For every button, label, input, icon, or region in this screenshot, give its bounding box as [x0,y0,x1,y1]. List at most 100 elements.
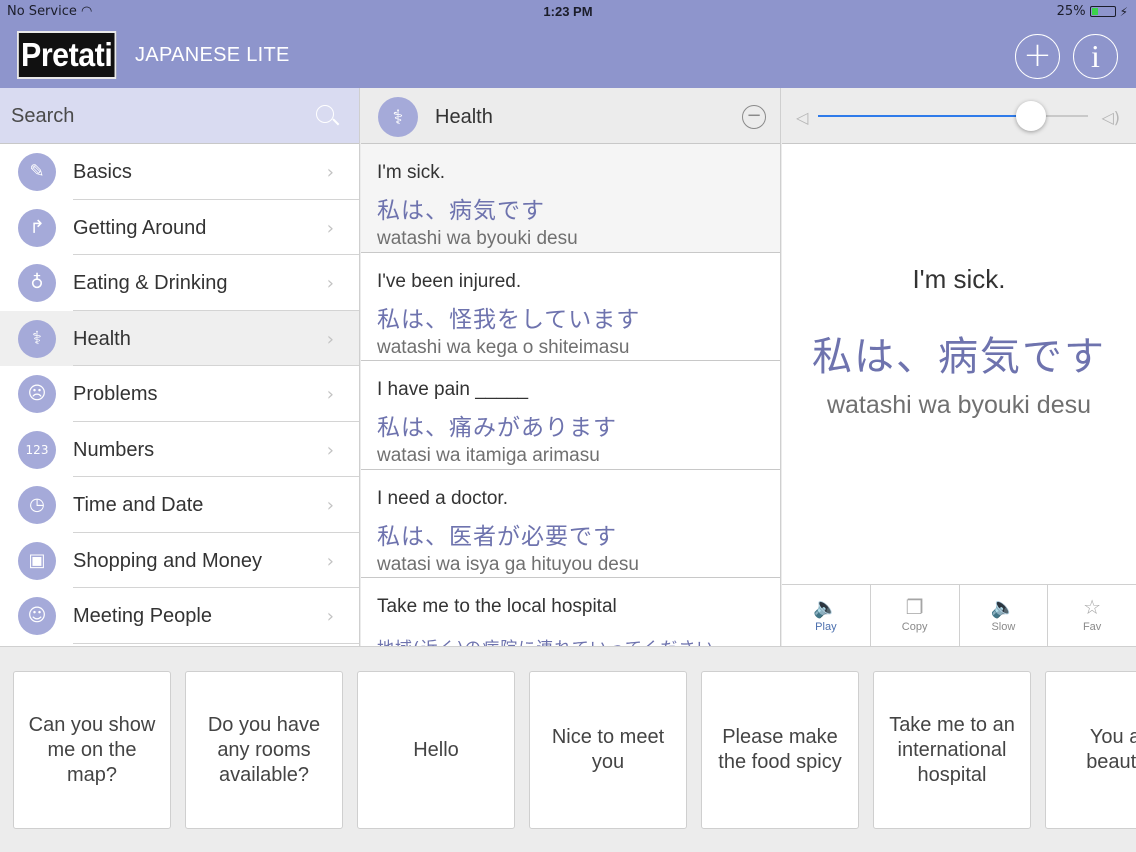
search-bar[interactable]: Search [0,88,359,144]
numbers-icon: 123 [18,430,56,469]
copy-button[interactable]: ❐ Copy [871,585,960,646]
detail-romaji: watashi wa byouki desu [826,391,1092,419]
sidebar-item-label: Getting Around [73,216,207,239]
quick-phrase-card[interactable]: Nice to meet you [529,671,687,829]
quick-phrase-card[interactable]: Hello [357,671,515,829]
volume-slider-fill [818,115,1032,117]
sidebar-item-label: Shopping and Money [73,549,263,572]
charging-icon: ⚡ [1119,4,1128,19]
sidebar-item-getting-around[interactable]: ↱ Getting Around › [0,200,359,255]
phrase-list: I'm sick. 私は、病気です watashi wa byouki desu I'… [361,144,780,646]
sidebar-item-time-and-date[interactable]: ◷ Time and Date › [0,477,359,533]
volume-slider[interactable] [818,101,1088,131]
divider [73,642,359,644]
search-input[interactable]: Search [11,105,74,128]
category-list: ✎ Basics › ↱ Getting Around › ♁ Eating & Drinki… [0,144,359,644]
detail-english: I'm sick. [912,264,1006,294]
app-header: No Service ◠ 1:23 PM 25% ⚡ Pretati JAPAN… [0,0,1136,88]
speaker-icon: 🔈 [813,595,839,619]
phrase-japanese: 私は、病気です [377,198,545,224]
phrase-romaji: watashi wa byouki desu [377,228,578,249]
sidebar-item-numbers[interactable]: 123 Numbers › [0,422,359,477]
sidebar-item-label: Eating & Drinking [73,272,228,294]
stethoscope-icon: ⚕ [378,97,418,137]
chevron-right-icon: › [326,495,334,516]
search-icon[interactable] [316,105,334,123]
phrase-romaji: watasi wa itamiga arimasu [377,445,600,466]
phrase-japanese: 私は、痛みがあります [377,415,617,441]
phrase-row[interactable]: I have pain _____ 私は、痛みがあります watasi wa ita… [361,361,780,470]
phrase-romaji: watashi wa kega o shiteimasu [377,336,630,358]
phrase-english: I need a doctor. [377,487,508,509]
clock: 1:23 PM [543,4,593,19]
phrase-english: I've been injured. [377,270,522,292]
sidebar-item-eating-drinking[interactable]: ♁ Eating & Drinking › [0,255,359,311]
phrase-romaji: watasi wa isya ga hituyou desu [377,553,639,575]
info-button[interactable]: i [1073,34,1118,79]
chevron-right-icon: › [326,606,334,627]
battery-status: 25% ⚡ [1056,4,1128,19]
chevron-right-icon: › [326,328,334,350]
star-icon: ☆ [1083,595,1102,619]
people-icon: ☺ [18,597,56,635]
phrase-english: I have pain _____ [377,379,529,400]
sidebar-item-health[interactable]: ⚕ Health › [0,310,359,366]
battery-icon [1089,6,1116,17]
chevron-right-icon: › [326,217,334,239]
chevron-right-icon: › [326,384,334,405]
sidebar-item-basics[interactable]: ✎ Basics › [0,144,359,200]
quick-phrase-card[interactable]: Please make the food spicy [701,671,859,829]
quick-phrase-card[interactable]: Can you show me on the map? [13,671,171,829]
sidebar-item-label: Health [73,327,131,350]
sad-face-icon: ☹ [18,375,56,413]
sidebar-item-label: Basics [73,161,132,183]
phrase-row[interactable]: Take me to the local hospital 地域(近く)の病院に連… [361,578,780,646]
phrase-english: I'm sick. [377,162,446,183]
sidebar-item-shopping-and-money[interactable]: ▣ Shopping and Money › [0,533,359,588]
volume-low-icon: ◁ [796,108,809,127]
collapse-button[interactable]: − [742,105,766,129]
chevron-right-icon: › [326,162,334,183]
volume-slider-knob[interactable] [1016,101,1047,131]
action-label: Copy [901,621,928,633]
slow-button[interactable]: 🔈 Slow [960,585,1049,646]
sidebar-item-label: Time and Date [73,494,204,516]
turn-arrow-icon: ↱ [18,208,56,247]
action-bar: 🔈 Play ❐ Copy 🔈 Slow ☆ Fav [782,584,1136,646]
sidebar-item-label: Numbers [73,438,155,461]
phrase-japanese: 地域(近く)の病院に連れていってください [377,634,780,646]
quick-phrase-card[interactable]: You are beautiful [1045,671,1136,829]
category-title: Health [435,106,493,128]
add-button[interactable]: + [1015,34,1060,79]
phrase-panel: ⚕ Health − I'm sick. 私は、病気です watashi wa by… [361,88,781,646]
app-subtitle: JAPANESE LITE [135,44,290,66]
quick-phrase-card[interactable]: Do you have any rooms available? [185,671,343,829]
clock-icon: ◷ [18,486,56,524]
action-label: Slow [991,621,1016,633]
chevron-right-icon: › [326,439,334,461]
favorite-button[interactable]: ☆ Fav [1048,585,1136,646]
phrase-japanese: 私は、医者が必要です [377,523,617,550]
chevron-right-icon: › [326,550,334,572]
category-panel: Search ✎ Basics › ↱ Getting Around › ♁ Eating &… [0,88,360,646]
quick-phrase-cards: Can you show me on the map? Do you have a… [0,646,1136,852]
detail-panel: ◁ ◁) I'm sick. 私は、病気です watashi wa byouki… [782,88,1136,646]
sidebar-item-meeting-people[interactable]: ☺ Meeting People › [0,588,359,644]
pencil-icon: ✎ [18,153,56,191]
chevron-right-icon: › [326,273,334,294]
stethoscope-icon: ⚕ [18,319,56,358]
volume-high-icon: ◁) [1101,108,1120,127]
play-button[interactable]: 🔈 Play [782,585,871,646]
volume-bar: ◁ ◁) [782,88,1136,144]
phrase-row[interactable]: I've been injured. 私は、怪我をしています watashi wa … [361,253,780,361]
phrase-english: Take me to the local hospital [377,596,617,617]
sidebar-item-label: Meeting People [73,605,212,627]
copy-icon: ❐ [905,595,924,619]
sidebar-item-label: Problems [73,383,158,405]
sidebar-item-problems[interactable]: ☹ Problems › [0,366,359,422]
phrase-row[interactable]: I'm sick. 私は、病気です watashi wa byouki desu [361,144,780,253]
phrase-row[interactable]: I need a doctor. 私は、医者が必要です watasi wa isya… [361,470,780,578]
action-label: Play [815,621,837,633]
quick-phrase-card[interactable]: Take me to an international hospital [873,671,1031,829]
action-label: Fav [1082,621,1102,633]
